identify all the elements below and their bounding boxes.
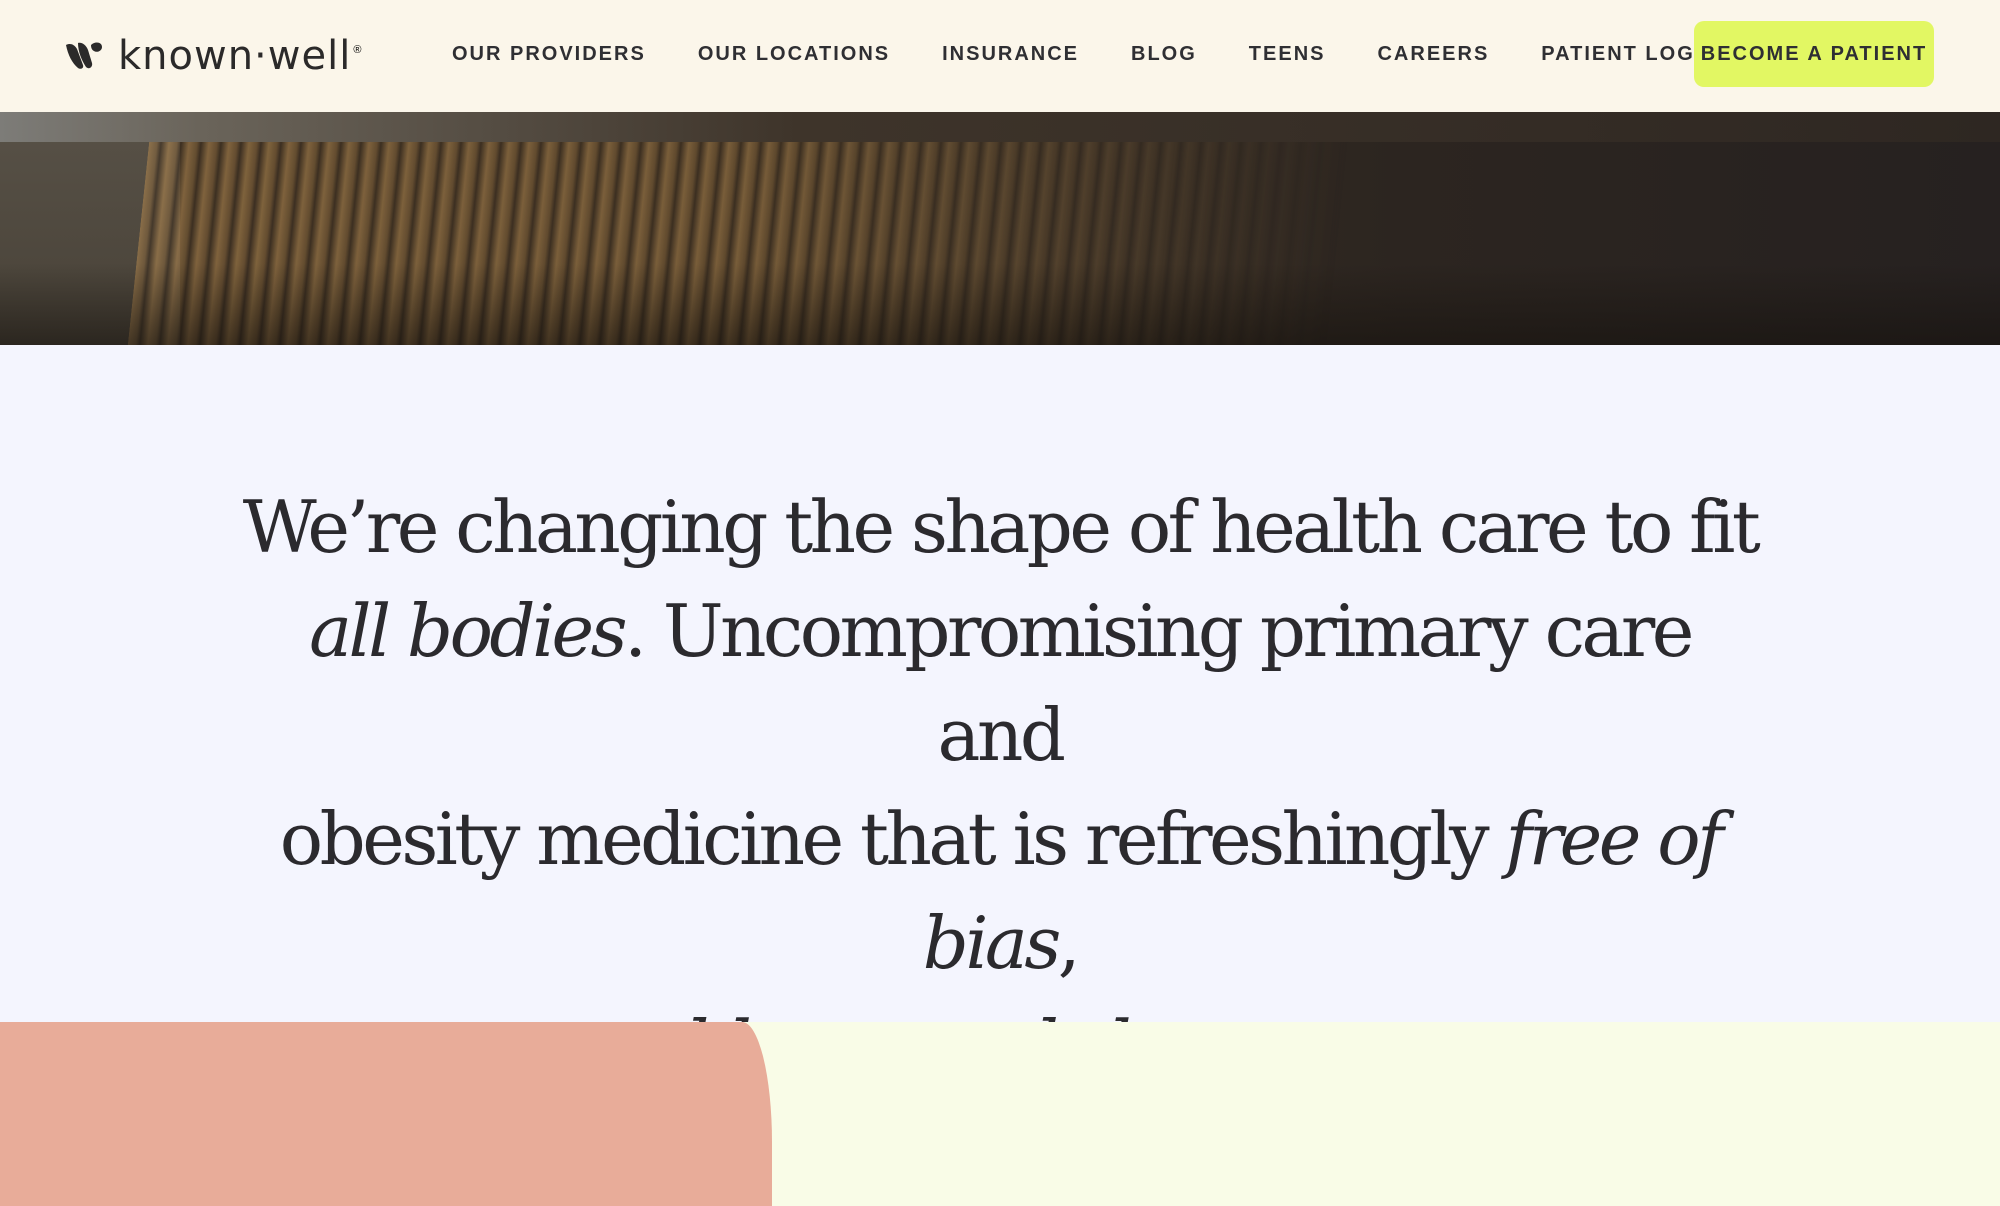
- nav-blog[interactable]: BLOG: [1131, 43, 1197, 66]
- known-well-logo-icon: [66, 42, 102, 69]
- mission-line-3: obesity medicine that is refreshingly: [279, 797, 1506, 881]
- brand-name: known·well: [118, 33, 352, 79]
- become-a-patient-button[interactable]: BECOME A PATIENT: [1694, 21, 1934, 87]
- hero-shade: [0, 112, 2000, 345]
- main-nav: OUR PROVIDERS OUR LOCATIONS INSURANCE BL…: [452, 0, 1719, 108]
- brand-logo[interactable]: known·well ®: [64, 34, 361, 78]
- nav-patient-login[interactable]: PATIENT LOGIN: [1541, 43, 1718, 66]
- decorative-coral-shape: [0, 1022, 772, 1206]
- site-header: known·well ® OUR PROVIDERS OUR LOCATIONS…: [0, 0, 2000, 112]
- mission-emphasis-all-bodies: all bodies: [309, 589, 627, 673]
- mission-comma: ,: [1057, 901, 1081, 985]
- nav-insurance[interactable]: INSURANCE: [942, 43, 1079, 66]
- mission-line-1: We’re changing the shape of health care …: [242, 485, 1761, 569]
- mission-section: We’re changing the shape of health care …: [0, 345, 2000, 1089]
- hero-image: [0, 112, 2000, 345]
- mission-line-2: . Uncompromising primary care and: [624, 589, 1694, 777]
- nav-teens[interactable]: TEENS: [1249, 43, 1326, 66]
- registered-mark: ®: [353, 44, 362, 56]
- nav-our-locations[interactable]: OUR LOCATIONS: [698, 43, 890, 66]
- nav-our-providers[interactable]: OUR PROVIDERS: [452, 43, 646, 66]
- nav-careers[interactable]: CAREERS: [1377, 43, 1489, 66]
- mission-statement: We’re changing the shape of health care …: [240, 475, 1761, 1099]
